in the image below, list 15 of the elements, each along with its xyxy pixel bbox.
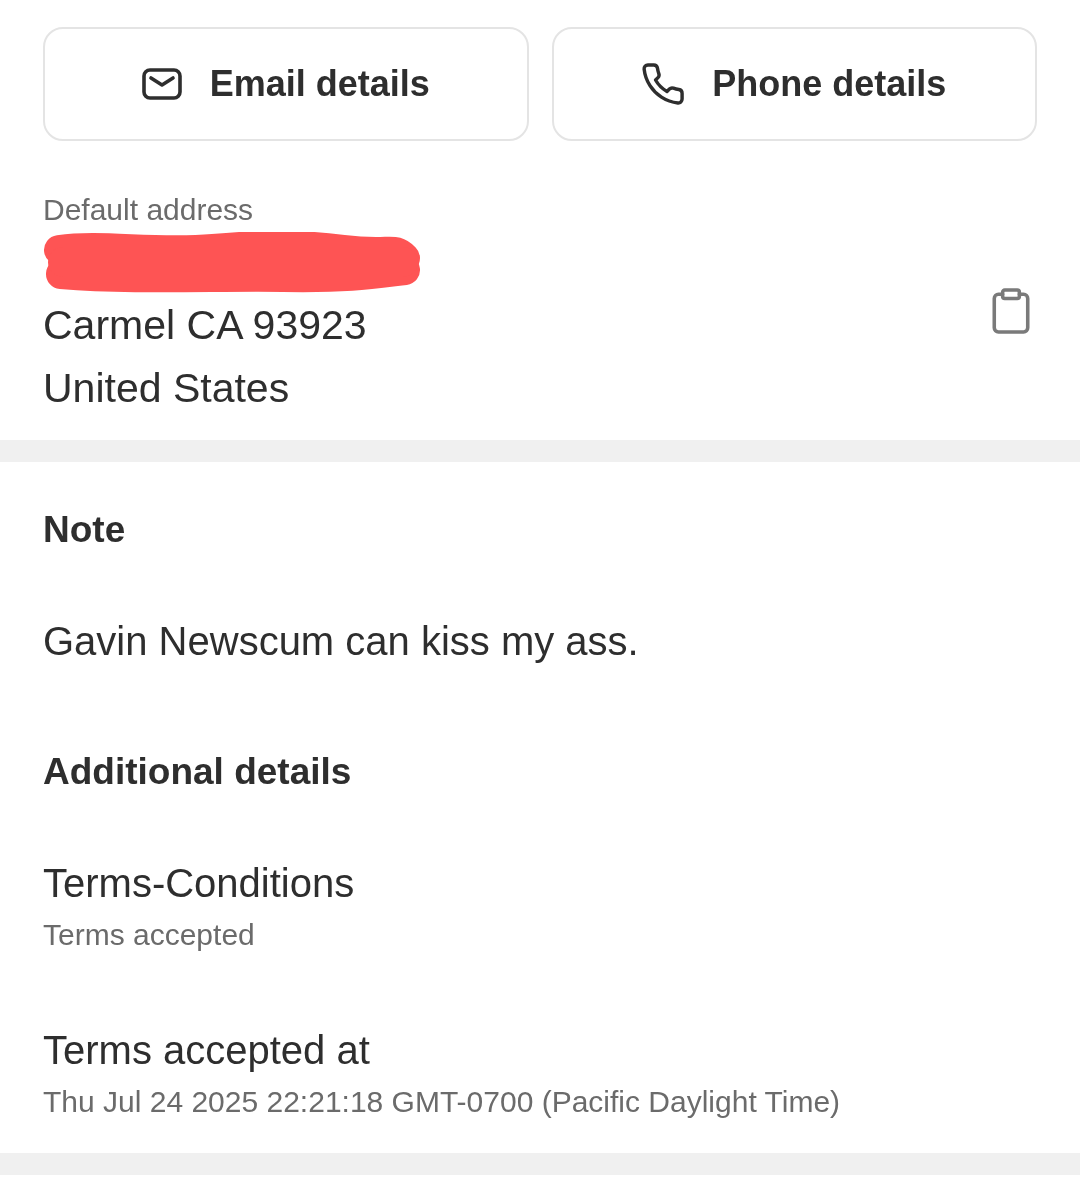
detail-value: Thu Jul 24 2025 22:21:18 GMT-0700 (Pacific Daylight Time) [43,1084,841,1120]
address-line: Carmel CA 93923 [43,301,367,350]
phone-details-button[interactable]: Phone details [551,27,1037,141]
additional-details-heading: Additional details [43,750,352,794]
note-text: Gavin Newscum can kiss my ass. [43,618,639,665]
detail-name: Terms accepted at [43,1027,370,1074]
envelope-icon [141,68,182,100]
address-line: United States [43,364,290,413]
email-details-button[interactable]: Email details [43,27,529,141]
clipboard-icon[interactable] [992,287,1030,334]
phone-icon [642,63,685,105]
note-heading: Note [43,508,126,552]
detail-name: Terms-Conditions [43,860,355,907]
detail-value: Terms accepted [43,917,255,953]
address-label: Default address [43,193,255,227]
